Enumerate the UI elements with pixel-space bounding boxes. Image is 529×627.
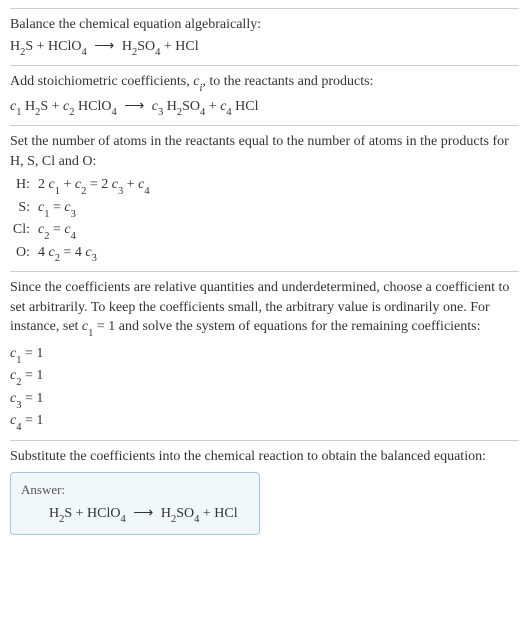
- reaction-arrow: ⟶: [94, 39, 114, 54]
- eq-lhs: H2S + HClO4: [49, 506, 126, 521]
- section-balance-intro: Balance the chemical equation algebraica…: [10, 8, 519, 65]
- reaction-arrow: ⟶: [133, 506, 153, 521]
- answer-box: Answer: H2S + HClO4 ⟶ H2SO4 + HCl: [10, 472, 260, 535]
- reaction-arrow: ⟶: [124, 99, 144, 114]
- atom-equation: 2 c1 + c2 = 2 c3 + c4: [38, 175, 150, 197]
- section-answer: Substitute the coefficients into the che…: [10, 440, 519, 541]
- atom-table: H: 2 c1 + c2 = 2 c3 + c4 S: c1 = c3 Cl: …: [10, 175, 519, 265]
- balanced-equation: H2S + HClO4 ⟶ H2SO4 + HCl: [21, 504, 249, 526]
- answer-label: Answer:: [21, 481, 249, 499]
- stoich-title: Add stoichiometric coefficients, ci, to …: [10, 72, 519, 94]
- atom-balance-title: Set the number of atoms in the reactants…: [10, 132, 519, 171]
- substitute-title: Substitute the coefficients into the che…: [10, 447, 519, 467]
- atom-equation: c2 = c4: [38, 220, 76, 242]
- section-stoichiometric: Add stoichiometric coefficients, ci, to …: [10, 65, 519, 125]
- eq-rhs: H2SO4 + HCl: [122, 39, 199, 54]
- coef-row: c2 = 1: [10, 366, 519, 388]
- eq-lhs: H2S + HClO4: [10, 39, 87, 54]
- balance-title: Balance the chemical equation algebraica…: [10, 15, 519, 35]
- atom-label: H:: [10, 175, 38, 195]
- atom-equation: c1 = c3: [38, 198, 76, 220]
- section-atom-balance: Set the number of atoms in the reactants…: [10, 125, 519, 271]
- atom-label: O:: [10, 243, 38, 263]
- atom-label: S:: [10, 198, 38, 218]
- atom-row-cl: Cl: c2 = c4: [10, 220, 519, 242]
- coef-row: c3 = 1: [10, 389, 519, 411]
- section-solve: Since the coefficients are relative quan…: [10, 271, 519, 440]
- atom-row-o: O: 4 c2 = 4 c3: [10, 243, 519, 265]
- eq-rhs: H2SO4 + HCl: [161, 506, 238, 521]
- unbalanced-equation: H2S + HClO4 ⟶ H2SO4 + HCl: [10, 37, 519, 59]
- stoich-equation: c1 H2S + c2 HClO4 ⟶ c3 H2SO4 + c4 HCl: [10, 97, 519, 119]
- atom-equation: 4 c2 = 4 c3: [38, 243, 97, 265]
- solve-text: Since the coefficients are relative quan…: [10, 278, 519, 340]
- coef-row: c1 = 1: [10, 344, 519, 366]
- coef-row: c4 = 1: [10, 411, 519, 433]
- coefficient-list: c1 = 1 c2 = 1 c3 = 1 c4 = 1: [10, 344, 519, 434]
- atom-row-s: S: c1 = c3: [10, 198, 519, 220]
- atom-label: Cl:: [10, 220, 38, 240]
- atom-row-h: H: 2 c1 + c2 = 2 c3 + c4: [10, 175, 519, 197]
